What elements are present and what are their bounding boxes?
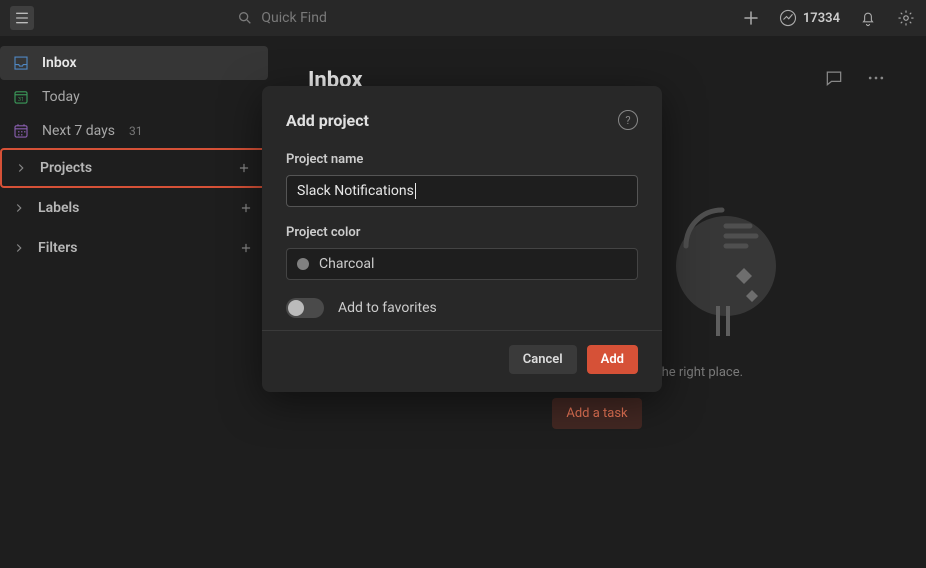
project-name-input[interactable]: Slack Notifications xyxy=(286,175,638,207)
text-caret xyxy=(415,183,416,199)
add-to-favorites-toggle[interactable] xyxy=(286,298,324,318)
project-color-name: Charcoal xyxy=(319,256,374,272)
project-color-select[interactable]: Charcoal xyxy=(286,248,638,280)
cancel-button[interactable]: Cancel xyxy=(509,345,577,374)
project-name-value: Slack Notifications xyxy=(297,183,414,199)
add-button[interactable]: Add xyxy=(587,345,638,374)
project-name-label: Project name xyxy=(286,152,638,167)
modal-title: Add project xyxy=(286,111,369,130)
add-to-favorites-label: Add to favorites xyxy=(338,300,437,316)
modal-help-button[interactable]: ? xyxy=(618,110,638,130)
project-color-label: Project color xyxy=(286,225,638,240)
add-project-modal: Add project ? Project name Slack Notific… xyxy=(262,86,662,392)
toggle-knob xyxy=(288,300,304,316)
color-swatch xyxy=(297,258,309,270)
